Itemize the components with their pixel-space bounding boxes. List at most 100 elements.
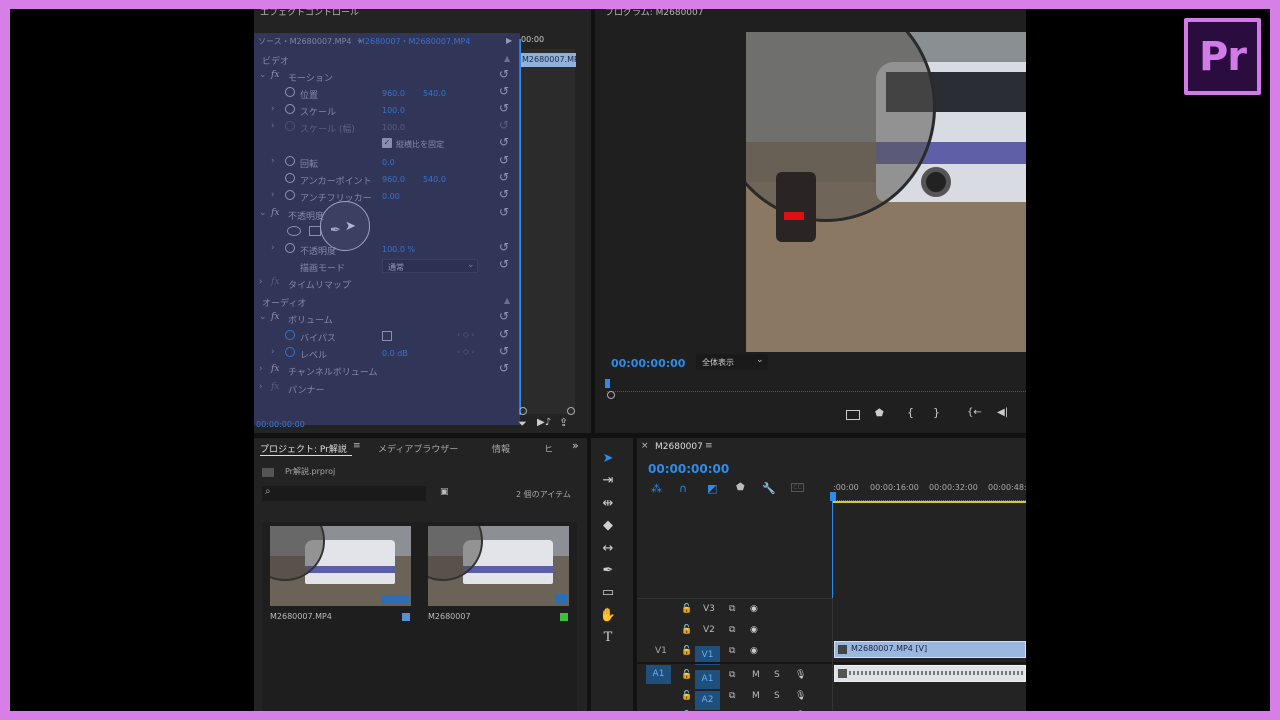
mark-in-icon[interactable]: { bbox=[907, 406, 914, 419]
sequence-label[interactable]: M2680007・M2680007.MP4 bbox=[358, 36, 470, 47]
position-x-value[interactable]: 960.0 bbox=[382, 89, 405, 98]
add-marker-icon[interactable]: ⬟ bbox=[875, 408, 884, 419]
reset-icon[interactable]: ↺ bbox=[499, 85, 510, 97]
twirl-right-icon[interactable]: › bbox=[271, 243, 275, 253]
source-patch-a1[interactable]: A1 bbox=[646, 665, 671, 684]
ec-clip-bar[interactable]: M2680007.MP bbox=[520, 53, 576, 67]
reset-icon[interactable]: ↺ bbox=[499, 345, 510, 357]
project-item[interactable]: M2680007.MP4 bbox=[270, 526, 411, 632]
time-remap-row[interactable]: › fx タイムリマップ bbox=[254, 275, 519, 292]
new-bin-from-search-icon[interactable]: ▣ bbox=[440, 487, 449, 497]
stopwatch-icon[interactable] bbox=[285, 173, 295, 183]
twirl-down-icon[interactable]: ⌄ bbox=[259, 312, 267, 322]
audio-clip[interactable] bbox=[834, 665, 1026, 682]
ellipse-mask-icon[interactable] bbox=[287, 226, 301, 236]
work-area-bar[interactable] bbox=[833, 501, 1026, 503]
sync-lock-icon[interactable]: ⧉ bbox=[729, 670, 735, 680]
collapse-icon[interactable]: ▲ bbox=[504, 296, 510, 305]
label-color-swatch[interactable] bbox=[402, 613, 410, 621]
level-value[interactable]: 0.0 dB bbox=[382, 349, 408, 358]
captions-icon[interactable]: CC bbox=[791, 483, 804, 492]
reset-icon[interactable]: ↺ bbox=[499, 102, 510, 114]
opacity-value[interactable]: 100.0 % bbox=[382, 245, 415, 254]
sync-lock-icon[interactable]: ⧉ bbox=[729, 646, 735, 656]
audio-play-icon[interactable]: ▶♪ bbox=[537, 417, 551, 428]
tab-media-browser[interactable]: メディアブラウザー bbox=[378, 442, 458, 455]
add-marker-icon[interactable]: ⬟ bbox=[736, 482, 745, 493]
filter-icon[interactable]: ⏷ bbox=[518, 417, 527, 431]
slip-tool-icon[interactable]: ↔ bbox=[599, 540, 617, 558]
tab-info[interactable]: 情報 bbox=[492, 442, 510, 455]
step-back-icon[interactable]: ◀| bbox=[997, 407, 1008, 418]
mark-out-icon[interactable]: } bbox=[933, 406, 940, 419]
sync-lock-icon[interactable]: ⧉ bbox=[729, 691, 735, 701]
effect-controls-title[interactable]: エフェクトコントロール bbox=[260, 9, 359, 18]
overflow-icon[interactable]: » bbox=[572, 439, 579, 452]
eye-icon[interactable]: ◉ bbox=[750, 646, 758, 656]
video-clip[interactable]: M2680007.MP4 [V] bbox=[834, 641, 1026, 658]
rectangle-tool-icon[interactable]: ▭ bbox=[599, 584, 617, 602]
reset-icon[interactable]: ↺ bbox=[499, 171, 510, 183]
snap-icon[interactable]: ∩ bbox=[679, 482, 687, 495]
mute-button[interactable]: M bbox=[752, 691, 760, 701]
playhead[interactable] bbox=[519, 39, 521, 415]
panel-menu-icon[interactable]: ≡ bbox=[705, 441, 713, 451]
pen-tool-icon[interactable]: ✒ bbox=[599, 562, 617, 580]
reset-icon[interactable]: ↺ bbox=[499, 241, 510, 253]
reset-icon[interactable]: ↺ bbox=[499, 136, 510, 148]
sequence-thumbnail[interactable] bbox=[428, 526, 569, 606]
source-label[interactable]: ソース・M2680007.MP4 bbox=[258, 36, 352, 47]
lock-icon[interactable]: 🔓 bbox=[681, 646, 692, 656]
reset-icon[interactable]: ↺ bbox=[499, 258, 510, 270]
fx-icon[interactable]: fx bbox=[271, 312, 279, 322]
zoom-handle-left[interactable] bbox=[519, 407, 527, 415]
twirl-right-icon[interactable]: › bbox=[271, 104, 275, 114]
clip-thumbnail[interactable] bbox=[270, 526, 411, 606]
chevron-down-icon[interactable]: ⌄ bbox=[356, 35, 364, 45]
solo-button[interactable]: S bbox=[774, 691, 780, 701]
lock-icon[interactable]: 🔓 bbox=[681, 625, 692, 635]
twirl-right-icon[interactable]: › bbox=[271, 190, 275, 200]
fx-icon[interactable]: fx bbox=[271, 70, 279, 80]
tab-project[interactable]: プロジェクト: Pr解説 bbox=[260, 442, 347, 455]
twirl-right-icon[interactable]: › bbox=[271, 156, 275, 166]
anchor-x-value[interactable]: 960.0 bbox=[382, 175, 405, 184]
stopwatch-icon[interactable] bbox=[285, 347, 295, 357]
go-to-in-icon[interactable]: {← bbox=[967, 407, 982, 418]
twirl-right-icon[interactable]: › bbox=[271, 121, 275, 131]
mute-button[interactable]: M bbox=[752, 670, 760, 680]
safe-margins-icon[interactable] bbox=[846, 410, 860, 420]
panner-row[interactable]: › fx パンナー bbox=[254, 380, 519, 397]
export-icon[interactable]: ⇪ bbox=[559, 416, 568, 429]
reset-icon[interactable]: ↺ bbox=[499, 154, 510, 166]
sync-lock-icon[interactable]: ⧉ bbox=[729, 604, 735, 614]
stopwatch-icon[interactable] bbox=[285, 87, 295, 97]
program-playhead[interactable] bbox=[605, 379, 610, 388]
lock-icon[interactable]: 🔓 bbox=[681, 604, 692, 614]
twirl-down-icon[interactable]: ⌄ bbox=[259, 70, 267, 80]
reset-icon[interactable]: ↺ bbox=[499, 188, 510, 200]
stopwatch-icon[interactable] bbox=[285, 190, 295, 200]
bypass-checkbox[interactable] bbox=[382, 331, 392, 341]
close-icon[interactable]: × bbox=[641, 441, 649, 451]
program-ruler[interactable] bbox=[607, 386, 1026, 392]
timeline-playhead-handle[interactable] bbox=[830, 492, 836, 501]
wrench-icon[interactable]: 🔧 bbox=[762, 482, 776, 495]
panel-menu-icon[interactable]: ≡ bbox=[353, 441, 361, 451]
type-tool-icon[interactable]: T bbox=[599, 629, 617, 647]
zoom-handle-right[interactable] bbox=[567, 407, 575, 415]
fx-icon[interactable]: fx bbox=[271, 382, 279, 392]
lock-icon[interactable]: 🔓 bbox=[681, 691, 692, 701]
keyframe-nav-icon[interactable]: ‹ ◇ › bbox=[457, 347, 475, 356]
channel-volume-row[interactable]: › fx チャンネルボリューム ↺ bbox=[254, 362, 519, 379]
stopwatch-icon[interactable] bbox=[285, 330, 295, 340]
motion-row[interactable]: ⌄ fx モーション ↺ bbox=[254, 68, 519, 85]
razor-tool-icon[interactable]: ◆ bbox=[599, 517, 617, 535]
blend-mode-select[interactable]: 通常 ⌄ bbox=[382, 259, 478, 273]
fx-icon[interactable]: fx bbox=[271, 277, 279, 287]
volume-row[interactable]: ⌄ fx ボリューム ↺ bbox=[254, 310, 519, 327]
position-y-value[interactable]: 540.0 bbox=[423, 89, 446, 98]
sync-lock-icon[interactable]: ⧉ bbox=[729, 625, 735, 635]
collapse-icon[interactable]: ▲ bbox=[504, 54, 510, 63]
eye-icon[interactable]: ◉ bbox=[750, 625, 758, 635]
